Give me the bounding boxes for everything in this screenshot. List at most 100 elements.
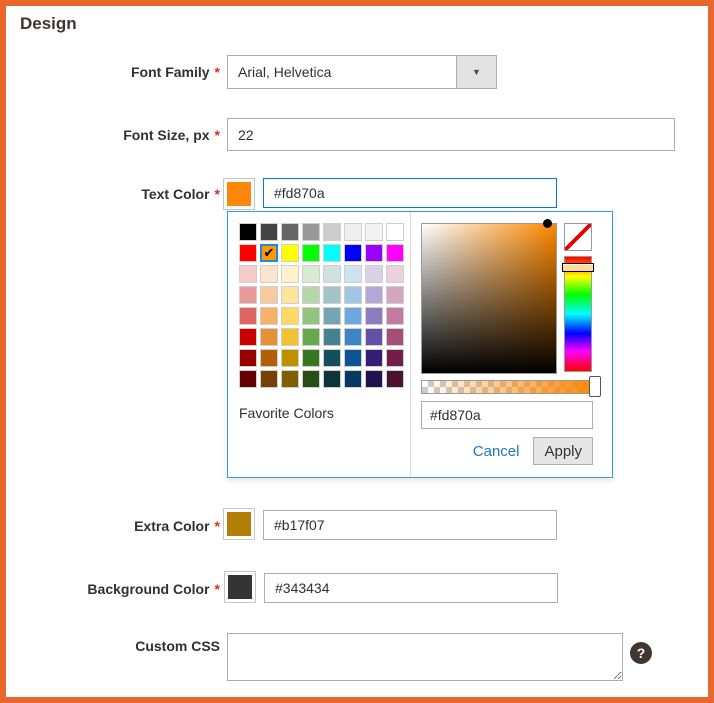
palette-swatch[interactable]	[365, 307, 383, 325]
color-position-marker[interactable]	[543, 219, 552, 228]
palette-swatch[interactable]	[344, 328, 362, 346]
palette-swatch[interactable]	[344, 265, 362, 283]
palette-swatch[interactable]	[239, 307, 257, 325]
palette-swatch[interactable]	[281, 370, 299, 388]
palette-swatch[interactable]	[260, 286, 278, 304]
design-panel: Design Font Family * Arial, Helvetica ▼ F…	[0, 0, 714, 703]
palette-swatch[interactable]	[344, 286, 362, 304]
palette-swatch[interactable]	[281, 328, 299, 346]
palette-swatch[interactable]	[386, 223, 404, 241]
no-color-option[interactable]	[564, 223, 592, 251]
palette-swatch[interactable]	[365, 328, 383, 346]
background-color-swatch[interactable]	[224, 571, 256, 603]
palette-swatch[interactable]	[260, 328, 278, 346]
hue-slider-marker[interactable]	[562, 263, 594, 272]
palette-swatch[interactable]	[323, 307, 341, 325]
palette-swatch[interactable]	[365, 244, 383, 262]
help-icon[interactable]: ?	[630, 642, 652, 664]
cancel-link[interactable]: Cancel	[473, 443, 520, 460]
palette-swatch[interactable]	[260, 223, 278, 241]
palette-swatch[interactable]	[365, 265, 383, 283]
text-color-input[interactable]	[263, 178, 557, 208]
palette-swatch[interactable]	[323, 265, 341, 283]
palette-swatch[interactable]	[302, 265, 320, 283]
palette-swatch[interactable]	[344, 370, 362, 388]
color-picker-popup: ✔ Favorite Colors Cancel Apply	[227, 211, 613, 478]
palette-swatch[interactable]	[365, 349, 383, 367]
font-size-input[interactable]	[227, 118, 675, 151]
font-family-select[interactable]: Arial, Helvetica ▼	[227, 55, 497, 89]
palette-swatch[interactable]	[281, 307, 299, 325]
palette-swatch[interactable]	[239, 370, 257, 388]
palette-swatch[interactable]	[344, 307, 362, 325]
palette-swatch[interactable]	[302, 349, 320, 367]
palette-swatch[interactable]	[260, 307, 278, 325]
text-color-swatch-fill	[227, 182, 251, 206]
palette-swatch[interactable]	[386, 307, 404, 325]
alpha-slider[interactable]	[421, 380, 593, 394]
palette-swatch[interactable]	[281, 265, 299, 283]
palette-swatch[interactable]	[323, 328, 341, 346]
palette-swatch[interactable]	[260, 349, 278, 367]
extra-color-input[interactable]	[263, 510, 557, 540]
extra-color-swatch-fill	[227, 512, 251, 536]
palette-swatch[interactable]	[281, 223, 299, 241]
palette-swatch[interactable]	[386, 265, 404, 283]
palette-swatch[interactable]	[323, 370, 341, 388]
palette-swatch[interactable]	[302, 286, 320, 304]
alpha-slider-handle[interactable]	[589, 376, 601, 397]
background-color-label: Background Color *	[87, 581, 220, 597]
custom-css-label: Custom CSS	[135, 638, 220, 654]
font-family-label: Font Family *	[130, 64, 220, 80]
font-size-label: Font Size, px *	[123, 127, 220, 143]
palette-swatch[interactable]	[302, 244, 320, 262]
palette-swatch[interactable]	[239, 286, 257, 304]
picker-divider	[410, 212, 411, 477]
palette-swatch[interactable]	[323, 349, 341, 367]
palette-swatch[interactable]	[386, 286, 404, 304]
required-asterisk: *	[214, 186, 220, 202]
palette-swatch[interactable]	[239, 349, 257, 367]
hue-slider[interactable]	[564, 256, 592, 372]
palette-swatch[interactable]	[239, 328, 257, 346]
palette-swatch[interactable]	[386, 370, 404, 388]
palette-swatch[interactable]	[344, 244, 362, 262]
palette-swatch[interactable]	[344, 349, 362, 367]
apply-button[interactable]: Apply	[533, 437, 593, 465]
palette-swatch[interactable]	[302, 223, 320, 241]
palette-swatch[interactable]	[239, 223, 257, 241]
palette-swatch[interactable]	[239, 244, 257, 262]
palette-swatch[interactable]	[302, 328, 320, 346]
palette-swatch[interactable]	[386, 349, 404, 367]
text-color-swatch[interactable]	[223, 178, 255, 210]
palette-swatch[interactable]	[281, 349, 299, 367]
extra-color-swatch[interactable]	[223, 508, 255, 540]
palette-swatch[interactable]	[365, 370, 383, 388]
palette-swatch[interactable]	[281, 244, 299, 262]
palette-swatch[interactable]	[365, 286, 383, 304]
palette-swatch[interactable]	[239, 265, 257, 283]
palette-swatch[interactable]	[386, 244, 404, 262]
required-asterisk: *	[214, 127, 220, 143]
custom-css-textarea[interactable]	[227, 633, 623, 681]
palette-swatch[interactable]	[302, 370, 320, 388]
palette-swatch[interactable]	[302, 307, 320, 325]
palette-swatch[interactable]	[260, 265, 278, 283]
palette-swatch[interactable]	[323, 286, 341, 304]
picker-actions: Cancel Apply	[421, 437, 593, 465]
required-asterisk: *	[214, 518, 220, 534]
background-color-input[interactable]	[264, 573, 558, 603]
saturation-value-square[interactable]	[421, 219, 557, 374]
palette-swatch[interactable]	[344, 223, 362, 241]
palette-swatch[interactable]	[260, 370, 278, 388]
palette-swatch[interactable]	[386, 328, 404, 346]
hex-value-input[interactable]	[421, 401, 593, 429]
palette-swatch[interactable]	[323, 223, 341, 241]
font-family-dropdown-button[interactable]: ▼	[456, 56, 496, 88]
palette-swatch[interactable]	[323, 244, 341, 262]
palette-swatch[interactable]	[365, 223, 383, 241]
page-title: Design	[20, 14, 77, 33]
palette-swatch[interactable]	[281, 286, 299, 304]
font-family-selected-value: Arial, Helvetica	[238, 64, 332, 80]
palette-swatch-selected[interactable]: ✔	[260, 244, 278, 262]
